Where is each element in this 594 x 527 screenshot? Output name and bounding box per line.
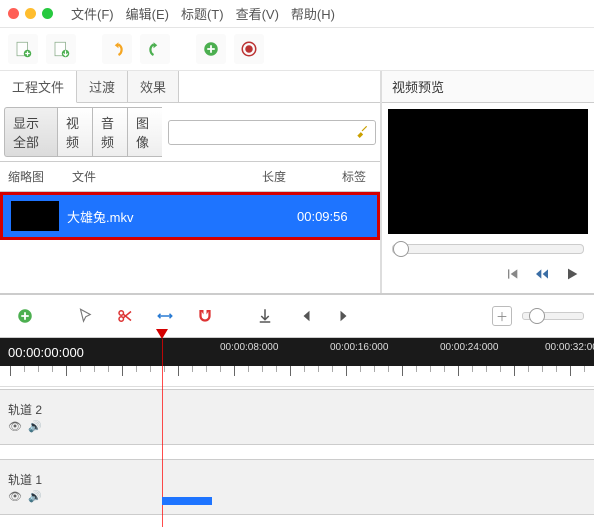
eye-icon[interactable]: 👁 bbox=[8, 420, 22, 433]
media-thumbnail bbox=[11, 201, 59, 231]
tab-effects[interactable]: 效果 bbox=[128, 71, 179, 102]
col-thumb[interactable]: 缩略图 bbox=[8, 168, 72, 185]
jump-start-icon[interactable] bbox=[504, 266, 520, 285]
media-length: 00:09:56 bbox=[297, 209, 369, 224]
col-file[interactable]: 文件 bbox=[72, 168, 262, 185]
pointer-tool[interactable] bbox=[70, 301, 100, 331]
track-row[interactable]: 轨道 1 👁 🔊 bbox=[0, 459, 594, 515]
timeline-current-time: 00:00:00:000 bbox=[8, 345, 84, 360]
razor-tool[interactable] bbox=[110, 301, 140, 331]
preview-viewport[interactable] bbox=[388, 109, 588, 234]
menu-view[interactable]: 查看(V) bbox=[236, 4, 279, 23]
ruler-mark: 00:00:08:000 bbox=[220, 342, 278, 353]
zoom-slider[interactable] bbox=[522, 312, 584, 320]
snap-tool[interactable] bbox=[190, 301, 220, 331]
zoom-dot[interactable] bbox=[42, 8, 53, 19]
preview-controls bbox=[382, 258, 594, 293]
search-input[interactable] bbox=[175, 124, 355, 141]
add-track-button[interactable] bbox=[10, 301, 40, 331]
ruler-mark: 00:00:32:000 bbox=[545, 342, 594, 353]
ruler-mark: 00:00:16:000 bbox=[330, 342, 388, 353]
close-dot[interactable] bbox=[8, 8, 19, 19]
next-marker-icon[interactable] bbox=[330, 301, 360, 331]
zoom-slider-knob[interactable] bbox=[529, 308, 545, 324]
media-row[interactable]: 大雄兔.mkv 00:09:56 bbox=[0, 192, 380, 240]
menu-help[interactable]: 帮助(H) bbox=[291, 4, 335, 23]
search-box[interactable] bbox=[168, 120, 376, 145]
left-tabs: 工程文件 过渡 效果 bbox=[0, 71, 380, 103]
zoom-in-button[interactable]: ＋ bbox=[492, 306, 512, 326]
preview-scrubber[interactable] bbox=[392, 244, 584, 254]
speaker-icon[interactable]: 🔊 bbox=[28, 420, 42, 433]
minimize-dot[interactable] bbox=[25, 8, 36, 19]
project-panel: 工程文件 过渡 效果 显示全部 视频 音频 图像 缩略图 文件 长度 bbox=[0, 71, 381, 293]
media-filename: 大雄兔.mkv bbox=[67, 207, 289, 226]
window-controls bbox=[8, 8, 53, 19]
clear-search-icon[interactable] bbox=[355, 124, 369, 141]
ruler-mark: 00:00:24:000 bbox=[440, 342, 498, 353]
filter-image[interactable]: 图像 bbox=[127, 107, 162, 157]
filter-audio[interactable]: 音频 bbox=[92, 107, 127, 157]
timeline-ruler[interactable]: 00:00:00:000 00:00:08:000 00:00:16:000 0… bbox=[0, 338, 594, 366]
col-tag[interactable]: 标签 bbox=[342, 168, 372, 185]
col-length[interactable]: 长度 bbox=[262, 168, 342, 185]
menu-title[interactable]: 标题(T) bbox=[181, 4, 224, 23]
tab-project[interactable]: 工程文件 bbox=[0, 71, 77, 103]
preview-title: 视频预览 bbox=[382, 71, 594, 103]
tab-transition[interactable]: 过渡 bbox=[77, 71, 128, 102]
redo-button[interactable] bbox=[140, 34, 170, 64]
new-project-button[interactable] bbox=[8, 34, 38, 64]
timeline-ticks bbox=[0, 366, 594, 387]
menu-edit[interactable]: 编辑(E) bbox=[126, 4, 169, 23]
preview-scrubber-knob[interactable] bbox=[393, 241, 409, 257]
marker-add-icon[interactable] bbox=[250, 301, 280, 331]
import-button[interactable] bbox=[46, 34, 76, 64]
track-label: 轨道 2 bbox=[8, 401, 42, 418]
media-list: 大雄兔.mkv 00:09:56 bbox=[0, 192, 380, 293]
filter-row: 显示全部 视频 音频 图像 bbox=[0, 103, 380, 162]
eye-icon[interactable]: 👁 bbox=[8, 490, 22, 503]
timeline-clip[interactable] bbox=[162, 497, 212, 505]
menu-file[interactable]: 文件(F) bbox=[71, 4, 114, 23]
preview-panel: 视频预览 bbox=[381, 71, 594, 293]
main-toolbar bbox=[0, 28, 594, 71]
timeline-tracks: 轨道 2 👁 🔊 轨道 1 👁 🔊 bbox=[0, 387, 594, 527]
rewind-icon[interactable] bbox=[534, 266, 550, 285]
track-row[interactable]: 轨道 2 👁 🔊 bbox=[0, 389, 594, 445]
filter-video[interactable]: 视频 bbox=[57, 107, 92, 157]
filter-all[interactable]: 显示全部 bbox=[4, 107, 57, 157]
list-header: 缩略图 文件 长度 标签 bbox=[0, 162, 380, 192]
undo-button[interactable] bbox=[102, 34, 132, 64]
track-label: 轨道 1 bbox=[8, 471, 42, 488]
resize-tool[interactable] bbox=[150, 301, 180, 331]
add-media-button[interactable] bbox=[196, 34, 226, 64]
timeline-toolbar: ＋ bbox=[0, 294, 594, 338]
menu-bar: 文件(F) 编辑(E) 标题(T) 查看(V) 帮助(H) bbox=[0, 0, 594, 28]
record-button[interactable] bbox=[234, 34, 264, 64]
prev-marker-icon[interactable] bbox=[290, 301, 320, 331]
playhead-handle[interactable] bbox=[156, 329, 168, 339]
speaker-icon[interactable]: 🔊 bbox=[28, 490, 42, 503]
play-icon[interactable] bbox=[564, 266, 580, 285]
